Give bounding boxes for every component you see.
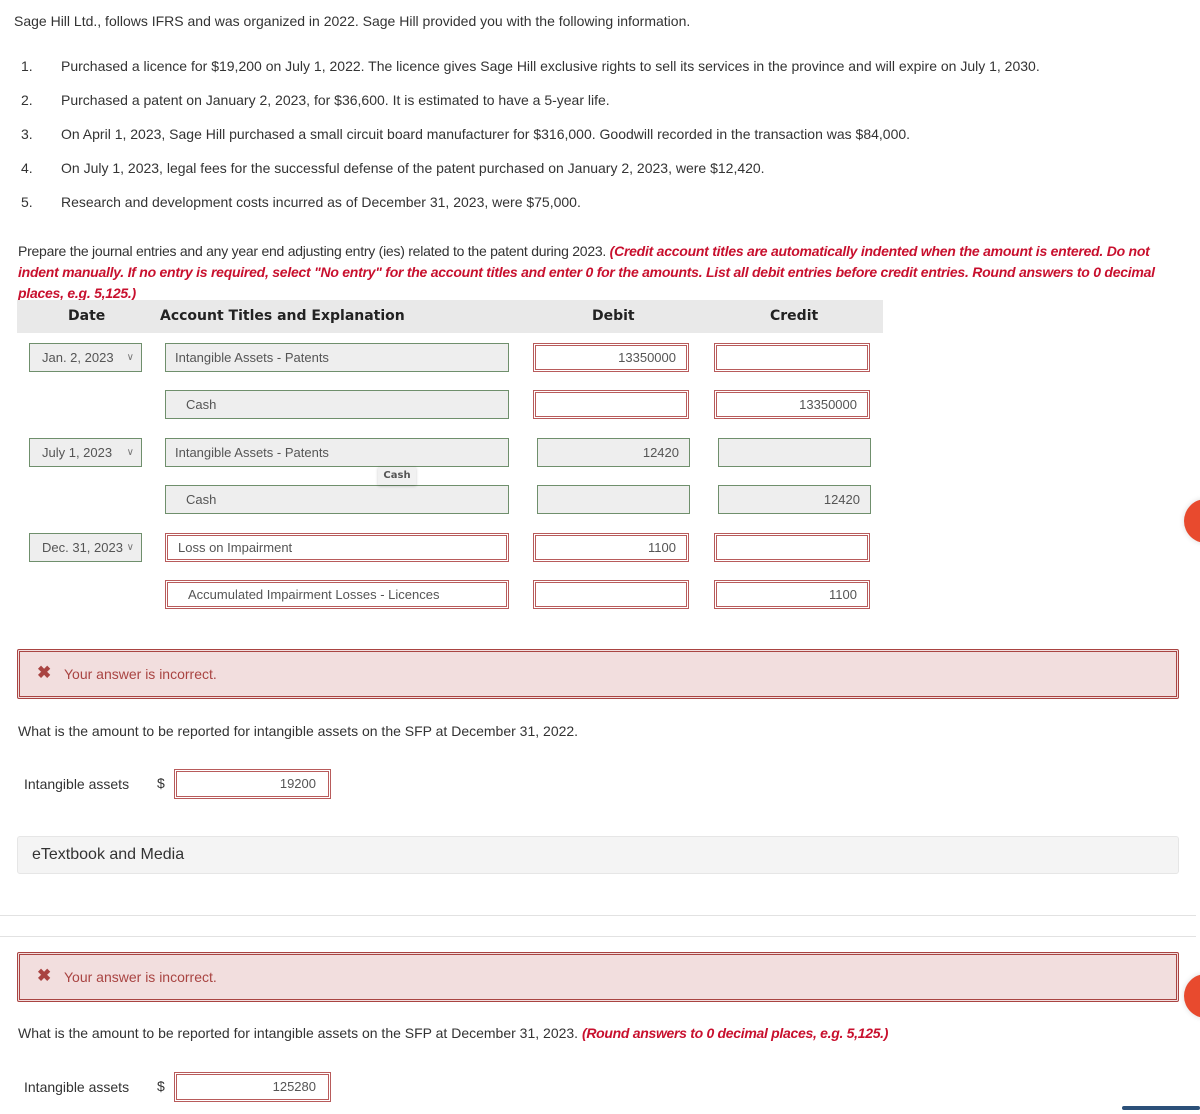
instructions-text: Prepare the journal entries and any year… (18, 243, 610, 259)
divider (0, 936, 1196, 937)
etextbook-label: eTextbook and Media (32, 846, 185, 863)
answer-label: Intangible assets (24, 1079, 130, 1095)
side-help-button[interactable] (1184, 499, 1200, 543)
currency-symbol: $ (157, 1078, 165, 1094)
account-title-input[interactable]: Cash (165, 485, 509, 514)
answer-label: Intangible assets (24, 776, 130, 792)
question-sfp-2023: What is the amount to be reported for in… (18, 1025, 888, 1041)
credit-input[interactable] (718, 438, 871, 467)
debit-input[interactable]: 12420 (537, 438, 690, 467)
header-credit: Credit (770, 308, 819, 324)
feedback-message: Your answer is incorrect. (64, 969, 217, 985)
fact-number: 1. (21, 58, 33, 74)
credit-input[interactable] (714, 343, 870, 372)
error-x-icon: ✖ (37, 966, 52, 985)
credit-input[interactable] (714, 533, 870, 562)
date-value: Dec. 31, 2023 (42, 540, 123, 555)
date-value: July 1, 2023 (42, 445, 113, 460)
fact-number: 2. (21, 92, 33, 108)
fact-text: Purchased a patent on January 2, 2023, f… (61, 92, 610, 108)
currency-symbol: $ (157, 775, 165, 791)
chevron-down-icon: ∨ (126, 447, 134, 458)
chevron-down-icon: ∨ (126, 352, 134, 363)
header-debit: Debit (592, 308, 635, 324)
header-date: Date (68, 308, 106, 324)
date-select[interactable]: July 1, 2023 ∨ (29, 438, 142, 467)
fact-number: 4. (21, 160, 33, 176)
date-value: Jan. 2, 2023 (42, 350, 114, 365)
divider (0, 915, 1196, 916)
intangible-assets-2023-input[interactable]: 125280 (174, 1072, 331, 1102)
account-title-input[interactable]: Intangible Assets - Patents (165, 343, 509, 372)
debit-input[interactable]: 13350000 (533, 343, 689, 372)
bottom-action-bar[interactable] (1122, 1106, 1200, 1110)
incorrect-feedback: ✖ Your answer is incorrect. (17, 649, 1179, 699)
journal-header: Date Account Titles and Explanation Debi… (17, 300, 883, 333)
fact-text: On July 1, 2023, legal fees for the succ… (61, 160, 765, 176)
account-title-input[interactable]: Intangible Assets - Patents (165, 438, 509, 467)
credit-input[interactable]: 1100 (714, 580, 870, 609)
debit-input[interactable] (533, 580, 689, 609)
debit-input[interactable]: 1100 (533, 533, 689, 562)
intangible-assets-2022-input[interactable]: 19200 (174, 769, 331, 799)
date-select[interactable]: Dec. 31, 2023 ∨ (29, 533, 142, 562)
date-select[interactable]: Jan. 2, 2023 ∨ (29, 343, 142, 372)
account-title-input[interactable]: Cash (165, 390, 509, 419)
instructions: Prepare the journal entries and any year… (18, 241, 1183, 304)
fact-text: Purchased a licence for $19,200 on July … (61, 58, 1040, 74)
incorrect-feedback: ✖ Your answer is incorrect. (17, 952, 1179, 1002)
account-title-input[interactable]: Accumulated Impairment Losses - Licences (165, 580, 509, 609)
etextbook-media-panel[interactable]: eTextbook and Media (17, 836, 1179, 874)
question-note: (Round answers to 0 decimal places, e.g.… (581, 1025, 889, 1041)
question-text: What is the amount to be reported for in… (18, 1025, 582, 1041)
debit-input[interactable] (537, 485, 690, 514)
side-help-button[interactable] (1184, 974, 1200, 1018)
fact-text: On April 1, 2023, Sage Hill purchased a … (61, 126, 911, 142)
credit-input[interactable]: 13350000 (714, 390, 870, 419)
feedback-message: Your answer is incorrect. (64, 666, 217, 682)
error-x-icon: ✖ (37, 663, 52, 682)
chevron-down-icon: ∨ (126, 542, 134, 553)
question-sfp-2022: What is the amount to be reported for in… (18, 723, 579, 739)
credit-input[interactable]: 12420 (718, 485, 871, 514)
header-account: Account Titles and Explanation (160, 308, 405, 324)
tooltip: Cash (378, 467, 416, 485)
problem-intro: Sage Hill Ltd., follows IFRS and was org… (14, 13, 691, 29)
account-title-input[interactable]: Loss on Impairment (165, 533, 509, 562)
fact-number: 3. (21, 126, 33, 142)
fact-number: 5. (21, 194, 33, 210)
debit-input[interactable] (533, 390, 689, 419)
fact-text: Research and development costs incurred … (61, 194, 581, 210)
